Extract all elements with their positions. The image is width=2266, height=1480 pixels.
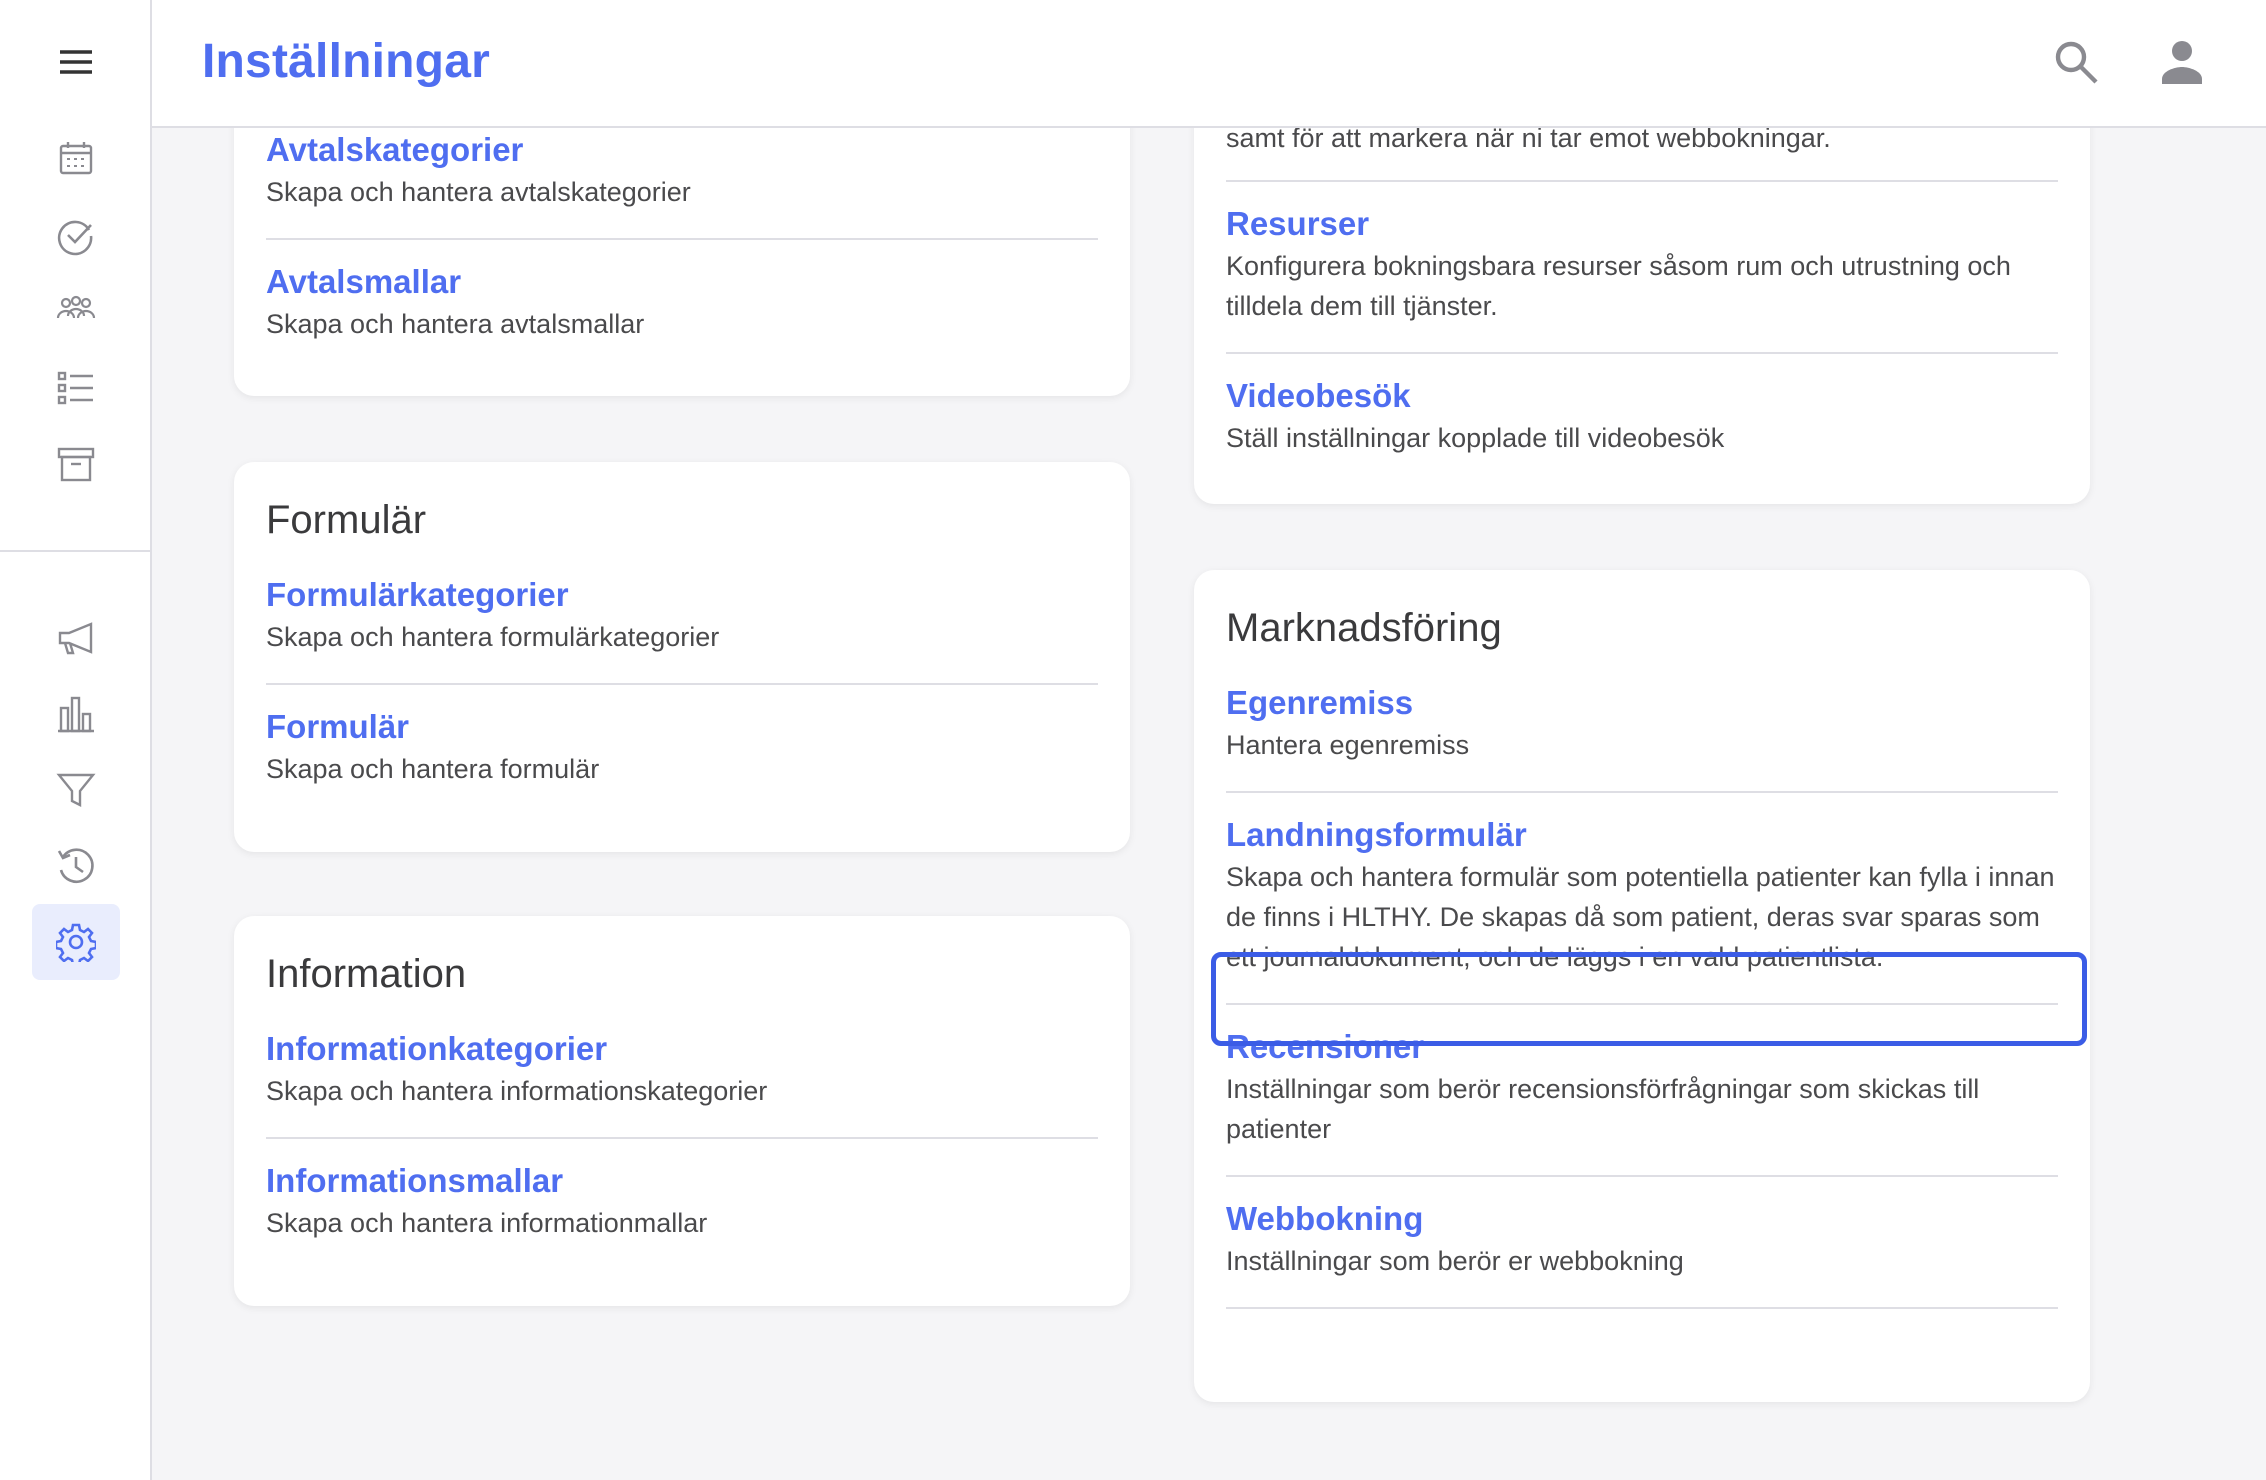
focus-highlight [1211,952,2087,1046]
item-description: Skapa och hantera informationmallar [266,1208,708,1238]
menu-button[interactable] [32,24,120,100]
settings-item-avtalsmallar[interactable]: Avtalsmallar Skapa och hantera avtalsmal… [266,240,1098,370]
sidebar-item-calendar[interactable] [32,120,120,196]
item-title: Formulär [266,708,410,745]
item-description: Konfigurera bokningsbara resurser såsom … [1226,251,2011,321]
item-description: Inställningar som berör recensionsförfrå… [1226,1074,1980,1144]
sidebar-item-patients[interactable] [32,274,120,350]
item-description: samt för att markera när ni tar emot web… [1226,128,1831,153]
item-title: Informationkategorier [266,1030,608,1067]
card-information: Information Informationkategorier Skapa … [234,916,1130,1306]
list-icon [57,371,93,405]
card-avtal: Avtalskategorier Skapa och hantera avtal… [234,128,1130,396]
item-title: Avtalskategorier [266,131,524,168]
settings-item-resurser[interactable]: Resurser Konfigurera bokningsbara resurs… [1226,182,2058,354]
item-description: Skapa och hantera avtalskategorier [266,177,691,207]
item-description: Skapa och hantera informationskategorier [266,1076,768,1106]
history-icon [57,848,94,883]
sidebar-item-settings[interactable] [32,904,120,980]
check-circle-icon [57,220,93,256]
archive-icon [57,447,95,482]
item-title: Egenremiss [1226,684,1414,721]
settings-item-videobesok[interactable]: Videobesök Ställ inställningar kopplade … [1226,354,2058,484]
sidebar-item-archive[interactable] [32,426,120,502]
item-title: Avtalsmallar [266,263,462,300]
item-title: Informationsmallar [266,1162,564,1199]
card-title: Marknadsföring [1226,606,1502,650]
page-title: Inställningar [202,35,490,88]
item-description: Skapa och hantera avtalsmallar [266,309,645,339]
item-description: Ställ inställningar kopplade till videob… [1226,423,1725,453]
settings-icon [56,923,96,962]
item-description: Inställningar som berör er webbokning [1226,1246,1684,1276]
settings-item-informationkategorier[interactable]: Informationkategorier Skapa och hantera … [266,1007,1098,1139]
card-formular: Formulär Formulärkategorier Skapa och ha… [234,462,1130,852]
users-icon [56,295,96,319]
item-description: Skapa och hantera formulärkategorier [266,622,720,652]
filter-icon [56,773,96,807]
sidebar-item-marketing[interactable] [32,600,120,676]
settings-item-formularkategorier[interactable]: Formulärkategorier Skapa och hantera for… [266,553,1098,685]
sidebar-divider [0,550,152,552]
calendar-icon [59,142,93,175]
menu-icon [60,50,92,74]
item-description: Skapa och hantera formulär [266,754,600,784]
bar-chart-icon [58,696,94,733]
card-marknadsforing: Marknadsföring Egenremiss Hantera egenre… [1194,570,2090,1402]
item-description: Hantera egenremiss [1226,730,1470,760]
settings-item-webbokning[interactable]: Webbokning Inställningar som berör er we… [1226,1177,2058,1309]
settings-item-formular[interactable]: Formulär Skapa och hantera formulär [266,685,1098,815]
card-title: Information [266,952,467,996]
megaphone-icon [58,622,93,655]
item-title: Videobesök [1226,377,1411,414]
sidebar-item-history[interactable] [32,828,120,904]
sidebar-item-tasks[interactable] [32,198,120,274]
item-title: Webbokning [1226,1200,1424,1237]
settings-item-webbokning-partial[interactable]: samt för att markera när ni tar emot web… [1226,128,2058,182]
sidebar-item-filter[interactable] [32,752,120,828]
card-bokning: samt för att markera när ni tar emot web… [1194,128,2090,504]
settings-item-informationsmallar[interactable]: Informationsmallar Skapa och hantera inf… [266,1139,1098,1269]
item-title: Landningsformulär [1226,816,1527,853]
card-title: Formulär [266,498,427,542]
item-title: Resurser [1226,205,1370,242]
settings-item-avtalskategorier[interactable]: Avtalskategorier Skapa och hantera avtal… [266,130,1098,240]
item-title: Formulärkategorier [266,576,569,613]
settings-content: Avtalskategorier Skapa och hantera avtal… [152,128,2266,1480]
sidebar-item-statistics[interactable] [32,676,120,752]
settings-item-egenremiss[interactable]: Egenremiss Hantera egenremiss [1226,661,2058,793]
account-icon[interactable] [2158,38,2206,86]
sidebar [0,0,152,1480]
top-bar: Inställningar [152,0,2266,128]
sidebar-item-lists[interactable] [32,350,120,426]
search-icon[interactable] [2052,38,2100,86]
